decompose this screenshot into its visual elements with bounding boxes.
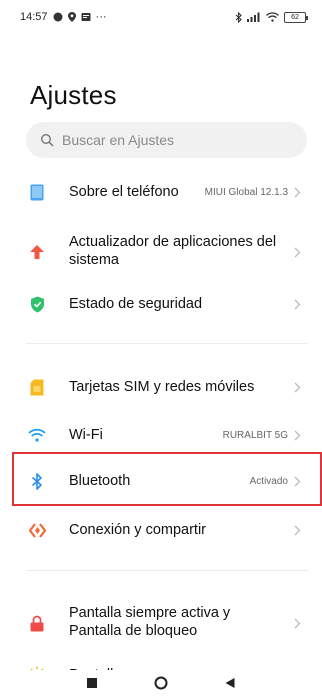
- settings-item-value: RURALBIT 5G: [222, 429, 288, 441]
- shield-check-icon: [28, 295, 46, 313]
- settings-item-security-status[interactable]: Estado de seguridad: [0, 292, 322, 316]
- chevron-right-icon: [294, 186, 302, 198]
- status-time: 14:57: [20, 11, 48, 23]
- wifi-icon: [28, 426, 46, 444]
- settings-item-sim-cards[interactable]: Tarjetas SIM y redes móviles: [0, 375, 322, 399]
- moon-icon: [53, 12, 63, 22]
- phone-icon: [28, 183, 46, 201]
- settings-item-label: Wi-Fi: [69, 427, 103, 443]
- settings-item-value: Activado: [249, 475, 288, 487]
- bluetooth-icon: [28, 472, 46, 490]
- settings-item-label: Tarjetas SIM y redes móviles: [69, 379, 255, 395]
- signal-icon: [247, 12, 261, 22]
- section-divider: [26, 343, 308, 344]
- settings-item-label: Conexión y compartir: [69, 522, 206, 538]
- settings-item-bluetooth[interactable]: Bluetooth Activado: [0, 469, 322, 493]
- sim-card-icon: [28, 378, 46, 396]
- search-bar[interactable]: [26, 122, 307, 158]
- arrow-up-icon: [28, 243, 46, 261]
- settings-item-label: Pantalla siempre activa y Pantalla de bl…: [69, 605, 231, 639]
- connection-share-icon: [28, 521, 46, 539]
- status-right: 62: [235, 11, 308, 23]
- settings-item-value: MIUI Global 12.1.3: [204, 186, 288, 198]
- status-more: ···: [95, 11, 107, 23]
- bluetooth-status-icon: [235, 11, 242, 23]
- settings-item-wifi[interactable]: Wi-Fi RURALBIT 5G: [0, 423, 322, 447]
- wifi-status-icon: [266, 12, 279, 22]
- lock-icon: [28, 614, 46, 632]
- settings-item-always-on-lock-screen[interactable]: Pantalla siempre activa y Pantalla de bl…: [0, 603, 322, 643]
- chevron-right-icon: [294, 298, 302, 310]
- chevron-right-icon: [294, 524, 302, 536]
- chevron-right-icon: [294, 429, 302, 441]
- battery-level: 62: [291, 13, 299, 21]
- navigation-bar: [0, 670, 322, 700]
- status-left: 14:57 ···: [20, 11, 107, 23]
- chevron-right-icon: [294, 381, 302, 393]
- chevron-right-icon: [294, 246, 302, 258]
- chevron-right-icon: [294, 617, 302, 629]
- settings-item-label: Bluetooth: [69, 473, 131, 489]
- settings-item-label: Actualizador de aplicaciones del sistema: [69, 234, 277, 268]
- home-icon[interactable]: [154, 676, 168, 695]
- section-divider: [26, 570, 308, 571]
- settings-item-label: Sobre el teléfono: [69, 184, 179, 200]
- settings-item-label: Estado de seguridad: [69, 296, 203, 312]
- settings-item-connection-sharing[interactable]: Conexión y compartir: [0, 518, 322, 542]
- search-input[interactable]: [62, 132, 282, 148]
- page-title: Ajustes: [30, 80, 117, 110]
- location-icon: [67, 12, 76, 22]
- status-bar: 14:57 ··· 62: [0, 0, 322, 34]
- recents-icon[interactable]: [86, 676, 98, 694]
- settings-item-about-phone[interactable]: Sobre el teléfono MIUI Global 12.1.3: [0, 180, 322, 204]
- settings-item-system-app-updater[interactable]: Actualizador de aplicaciones del sistema: [0, 232, 322, 272]
- back-icon[interactable]: [224, 676, 236, 694]
- chevron-right-icon: [294, 475, 302, 487]
- search-icon: [40, 133, 54, 147]
- notification-icon: [81, 12, 91, 22]
- battery-icon: 62: [284, 11, 308, 23]
